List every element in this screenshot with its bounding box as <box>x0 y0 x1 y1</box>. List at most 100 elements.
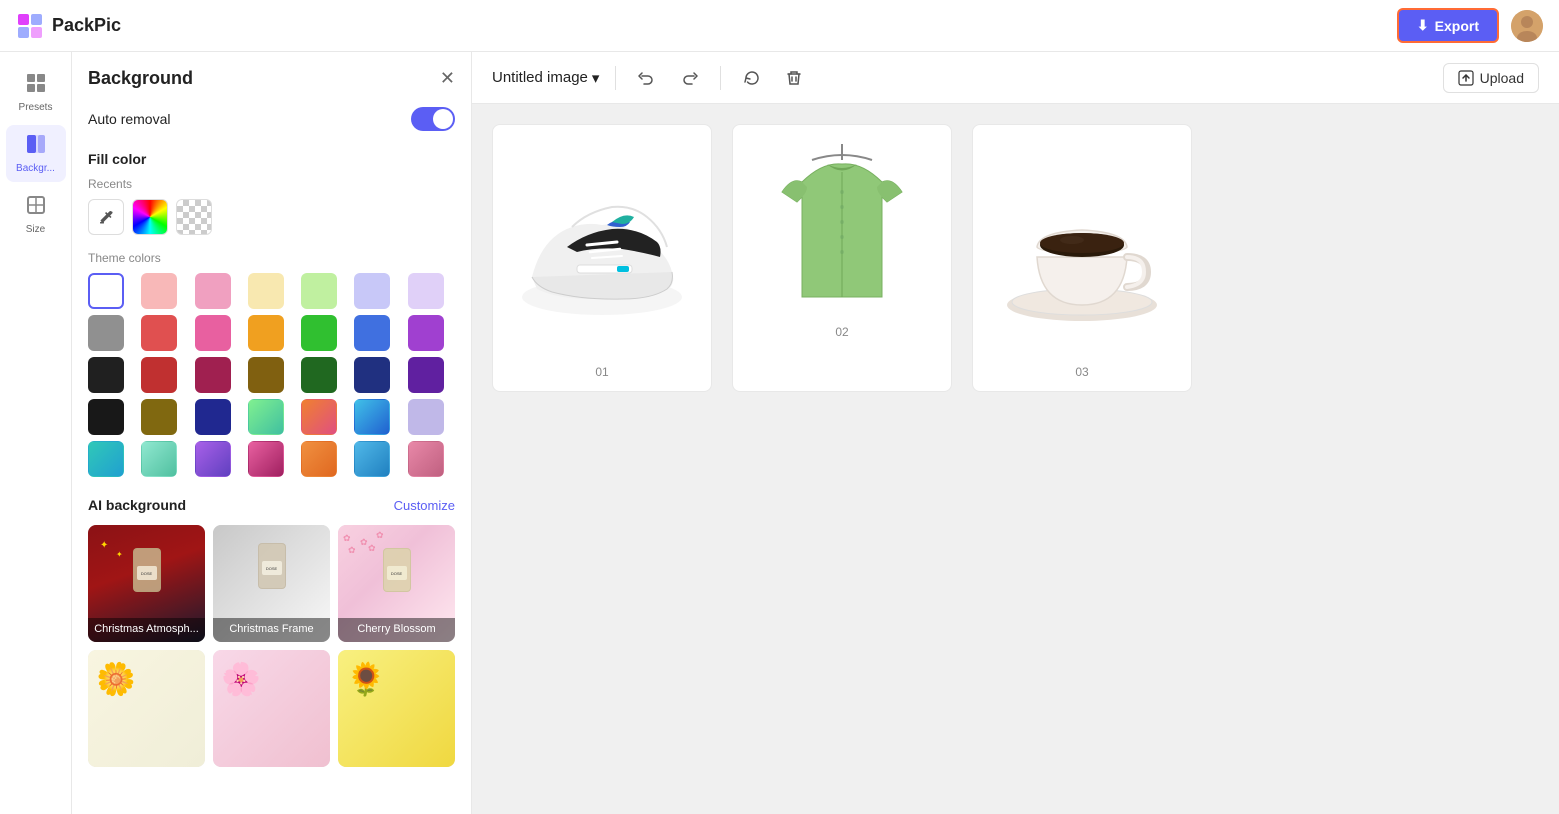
panel-close-button[interactable]: ✕ <box>440 68 455 89</box>
auto-removal-row: Auto removal <box>88 107 455 131</box>
canvas-toolbar: Untitled image ▾ <box>472 52 1559 104</box>
color-swatch-22[interactable] <box>141 399 177 435</box>
color-swatch-29[interactable] <box>141 441 177 477</box>
sidebar-icons: Presets Backgr... Size <box>0 52 72 814</box>
color-swatch-5[interactable] <box>354 273 390 309</box>
color-swatch-34[interactable] <box>408 441 444 477</box>
upload-label: Upload <box>1480 70 1524 86</box>
presets-label: Presets <box>19 102 53 113</box>
color-swatch-32[interactable] <box>301 441 337 477</box>
color-swatch-18[interactable] <box>301 357 337 393</box>
color-swatch-7[interactable] <box>88 315 124 351</box>
color-swatch-0[interactable] <box>88 273 124 309</box>
color-swatch-17[interactable] <box>248 357 284 393</box>
main-layout: Presets Backgr... Size <box>0 52 1559 814</box>
color-swatch-1[interactable] <box>141 273 177 309</box>
customize-link[interactable]: Customize <box>394 498 455 513</box>
recents-row <box>88 199 455 235</box>
color-grid <box>88 273 455 477</box>
undo-button[interactable] <box>632 65 662 91</box>
presets-icon <box>25 72 47 99</box>
export-button[interactable]: ⬇ Export <box>1397 8 1499 43</box>
color-swatch-30[interactable] <box>195 441 231 477</box>
shirt-image <box>762 142 922 312</box>
avatar-icon <box>1511 10 1543 42</box>
trash-icon <box>785 69 803 87</box>
upload-icon <box>1458 70 1474 86</box>
color-swatch-20[interactable] <box>408 357 444 393</box>
canvas-card-03[interactable]: 03 <box>972 124 1192 392</box>
theme-colors-label: Theme colors <box>88 251 455 265</box>
color-swatch-33[interactable] <box>354 441 390 477</box>
color-swatch-13[interactable] <box>408 315 444 351</box>
canvas-image-02 <box>744 137 940 317</box>
rotate-button[interactable] <box>737 65 767 91</box>
color-swatch-6[interactable] <box>408 273 444 309</box>
redo-button[interactable] <box>674 65 704 91</box>
ai-background-header: AI background Customize <box>88 497 455 513</box>
color-swatch-21[interactable] <box>88 399 124 435</box>
sidebar-item-background[interactable]: Backgr... <box>6 125 66 182</box>
sidebar-item-size[interactable]: Size <box>6 186 66 243</box>
header-actions: ⬇ Export <box>1397 8 1543 43</box>
export-icon: ⬇ <box>1417 17 1429 34</box>
ai-bg-item-row2-1[interactable]: 🌼 <box>88 650 205 767</box>
ai-bg-label-christmas-atm: Christmas Atmosph... <box>88 618 205 642</box>
color-swatch-9[interactable] <box>195 315 231 351</box>
color-swatch-31[interactable] <box>248 441 284 477</box>
color-swatch-2[interactable] <box>195 273 231 309</box>
color-transparent[interactable] <box>176 199 212 235</box>
color-swatch-4[interactable] <box>301 273 337 309</box>
color-swatch-26[interactable] <box>354 399 390 435</box>
color-swatch-24[interactable] <box>248 399 284 435</box>
avatar[interactable] <box>1511 10 1543 42</box>
upload-button[interactable]: Upload <box>1443 63 1539 93</box>
left-panel: Background ✕ Auto removal Fill color Rec… <box>72 52 472 814</box>
canvas-area: Untitled image ▾ <box>472 52 1559 814</box>
ai-bg-item-row2-3[interactable]: 🌻 <box>338 650 455 767</box>
color-swatch-23[interactable] <box>195 399 231 435</box>
color-swatch-25[interactable] <box>301 399 337 435</box>
title-chevron-icon: ▾ <box>592 69 600 87</box>
app-logo: PackPic <box>16 12 121 40</box>
color-swatch-8[interactable] <box>141 315 177 351</box>
toolbar-divider-2 <box>720 66 721 90</box>
color-swatch-28[interactable] <box>88 441 124 477</box>
undo-icon <box>638 69 656 87</box>
shoe-image <box>512 157 692 337</box>
color-swatch-10[interactable] <box>248 315 284 351</box>
canvas-title[interactable]: Untitled image ▾ <box>492 69 599 87</box>
recents-label: Recents <box>88 177 455 191</box>
rotate-icon <box>743 69 761 87</box>
app-name: PackPic <box>52 15 121 36</box>
color-swatch-11[interactable] <box>301 315 337 351</box>
canvas-card-01[interactable]: 01 <box>492 124 712 392</box>
ai-bg-item-row2-2[interactable]: 🌸 <box>213 650 330 767</box>
eyedropper-tool[interactable] <box>88 199 124 235</box>
ai-bg-item-christmas-frame[interactable]: DOSEChristmas Frame <box>213 525 330 642</box>
panel-header: Background ✕ <box>88 68 455 89</box>
color-swatch-3[interactable] <box>248 273 284 309</box>
size-label: Size <box>26 224 45 235</box>
redo-icon <box>680 69 698 87</box>
ai-background-title: AI background <box>88 497 186 513</box>
ai-bg-item-cherry-blossom[interactable]: ✿✿✿✿✿DOSECherry Blossom <box>338 525 455 642</box>
export-label: Export <box>1435 18 1479 34</box>
sidebar-item-presets[interactable]: Presets <box>6 64 66 121</box>
color-picker-rainbow[interactable] <box>132 199 168 235</box>
color-swatch-14[interactable] <box>88 357 124 393</box>
auto-removal-toggle[interactable] <box>411 107 455 131</box>
canvas-card-label-03: 03 <box>1075 365 1088 379</box>
size-icon <box>25 194 47 221</box>
delete-button[interactable] <box>779 65 809 91</box>
color-swatch-16[interactable] <box>195 357 231 393</box>
ai-bg-item-christmas-atm[interactable]: ✦✦DOSEChristmas Atmosph... <box>88 525 205 642</box>
ai-background-grid: ✦✦DOSEChristmas Atmosph...DOSEChristmas … <box>88 525 455 767</box>
fill-color-title: Fill color <box>88 151 455 167</box>
color-swatch-15[interactable] <box>141 357 177 393</box>
color-swatch-12[interactable] <box>354 315 390 351</box>
color-swatch-27[interactable] <box>408 399 444 435</box>
canvas-card-02[interactable]: 02 <box>732 124 952 392</box>
canvas-card-label-02: 02 <box>835 325 848 339</box>
color-swatch-19[interactable] <box>354 357 390 393</box>
